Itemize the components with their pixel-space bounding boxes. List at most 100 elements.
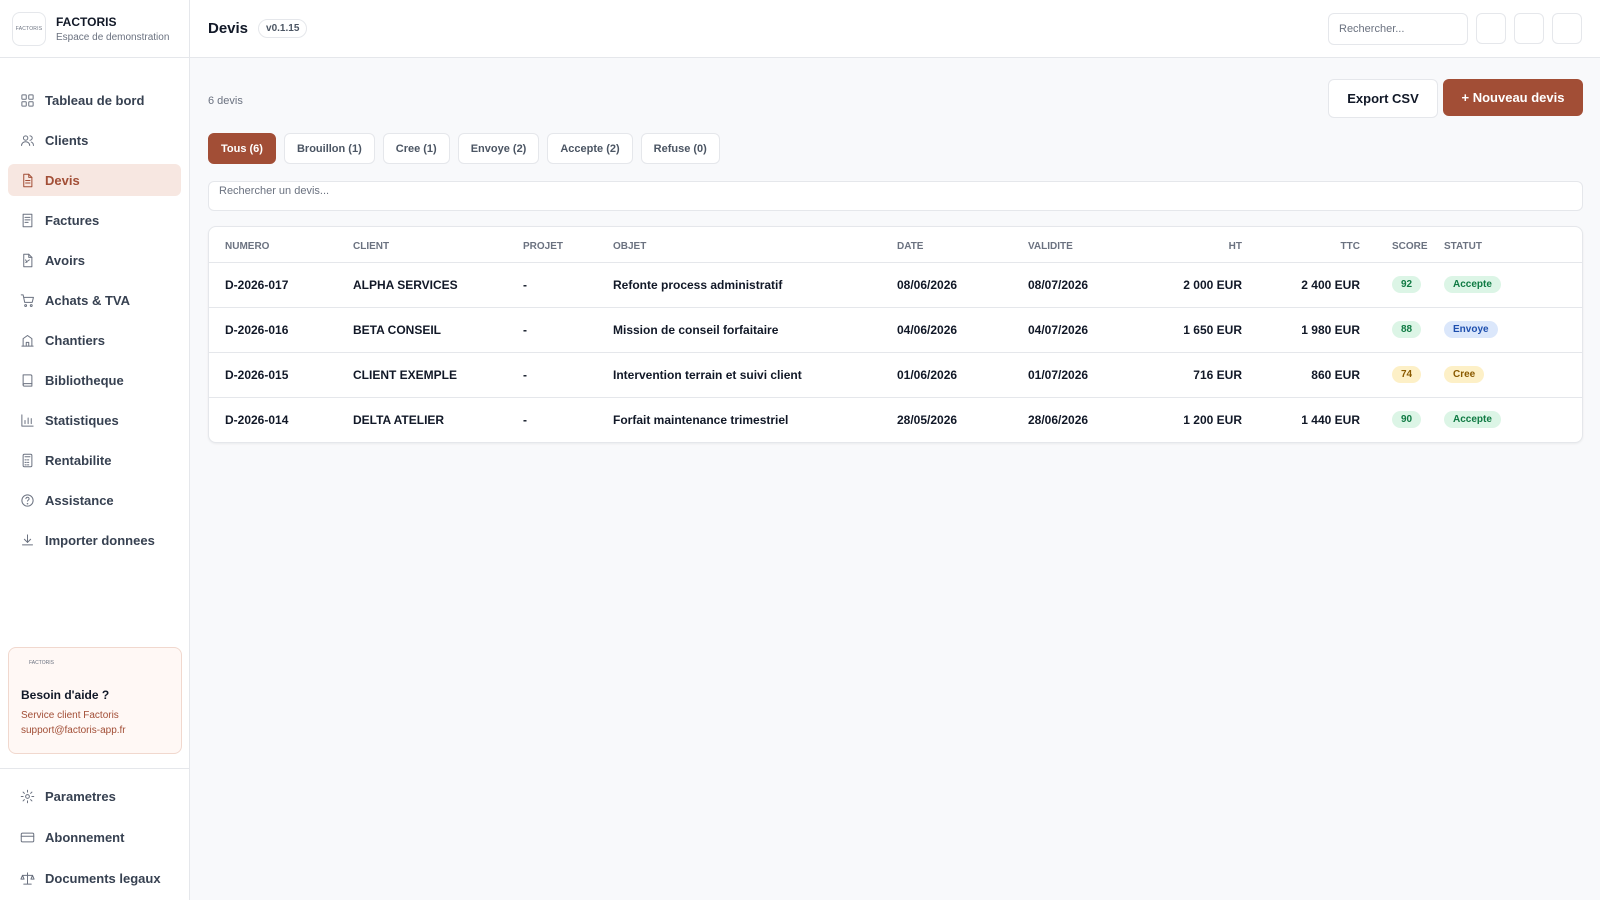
sidebar-item-statistiques[interactable]: Statistiques [8,404,181,436]
cell-date: 08/06/2026 [897,262,1028,308]
quote-search-input[interactable] [208,181,1583,211]
sidebar-item-bibliotheque[interactable]: Bibliotheque [8,364,181,396]
export-csv-button[interactable]: Export CSV [1328,79,1438,118]
sidebar-item-factures[interactable]: Factures [8,204,181,236]
sidebar-item-label: Bibliotheque [45,372,124,388]
cell-score: 90 [1360,397,1444,442]
brand-logo: FACTORIS [12,11,46,46]
sidebar-item-devis[interactable]: Devis [8,164,181,196]
sidebar-item-importer-donnees[interactable]: Importer donnees [8,524,181,556]
sidebar-item-label: Rentabilite [45,452,112,468]
sidebar-item-abonnement[interactable]: Abonnement [8,821,182,853]
col-objet[interactable]: OBJET [613,227,897,263]
quote-count: 6 devis [208,95,243,107]
col-numero[interactable]: NUMERO [209,227,353,263]
cell-ht: 1 650 EUR [1129,307,1242,353]
sidebar-item-chantiers[interactable]: Chantiers [8,324,181,356]
sidebar-item-label: Achats & TVA [45,292,130,308]
col-client[interactable]: CLIENT [353,227,523,263]
sidebar-item-rentabilite[interactable]: Rentabilite [8,444,181,476]
sidebar-item-label: Statistiques [45,412,119,428]
grid-icon [19,92,35,108]
col-score[interactable]: SCORE [1360,227,1444,263]
users-icon [19,132,35,148]
cell-numero: D-2026-016 [209,307,353,353]
sidebar-item-achats-tva[interactable]: Achats & TVA [8,284,181,316]
cell-ttc: 2 400 EUR [1242,262,1360,308]
credit-note-icon [19,252,35,268]
help-card: FACTORIS Besoin d'aide ? Service client … [8,647,182,754]
table-header-row: NUMERO CLIENT PROJET OBJET DATE VALIDITE… [209,227,1582,263]
sidebar-item-label: Clients [45,132,89,148]
header-action-3-button[interactable] [1552,13,1582,44]
sidebar-item-tableau-de-bord[interactable]: Tableau de bord [8,84,181,116]
page-title: Devis [208,20,249,37]
download-icon [19,532,35,548]
sidebar-item-label: Abonnement [45,829,125,845]
cell-numero: D-2026-014 [225,412,289,427]
cell-statut: Envoye [1444,307,1582,353]
sidebar-item-documents-legaux[interactable]: Documents legaux [8,862,182,894]
brand[interactable]: FACTORIS FACTORIS Espace de demonstratio… [0,0,189,58]
cell-client: ALPHA SERVICES [353,262,523,308]
cell-objet: Intervention terrain et suivi client [613,352,897,398]
tab-cree[interactable]: Cree (1) [382,133,450,164]
col-validite[interactable]: VALIDITE [1028,227,1129,263]
col-ttc[interactable]: TTC [1242,227,1360,263]
col-ht[interactable]: HT [1129,227,1242,263]
col-statut[interactable]: STATUT [1444,227,1582,263]
table-row[interactable]: D-2026-017 ALPHA SERVICES - Refonte process… [209,262,1582,308]
status-badge: Accepte [1444,276,1501,293]
card-icon [19,829,35,845]
help-email-link[interactable]: support@factoris-app.fr [21,723,169,738]
col-projet[interactable]: PROJET [523,227,613,263]
sidebar-item-avoirs[interactable]: Avoirs [8,244,181,276]
sidebar-item-label: Documents legaux [45,870,161,886]
sidebar-item-label: Devis [45,172,80,188]
cell-validite: 01/07/2026 [1028,352,1129,398]
sidebar: FACTORIS FACTORIS Espace de demonstratio… [0,0,190,900]
status-badge: Accepte [1444,411,1501,429]
top-header: Devis v0.1.15 [190,0,1600,58]
settings-icon [19,788,35,804]
brand-subtitle: Espace de demonstration [56,31,170,43]
cell-projet: - [523,352,613,398]
book-icon [19,372,35,388]
table-row[interactable]: D-2026-015 CLIENT EXEMPLE - Intervention te… [209,352,1582,398]
global-search-input[interactable] [1328,13,1468,45]
cell-numero: D-2026-015 [209,352,353,398]
header-action-2-button[interactable] [1514,13,1544,44]
status-filter-tabs: Tous (6) Brouillon (1) Cree (1) Envoye (2) A… [208,133,728,164]
col-date[interactable]: DATE [897,227,1028,263]
tab-brouillon[interactable]: Brouillon (1) [283,133,375,164]
cell-projet: - [523,307,613,353]
cell-validite: 04/07/2026 [1028,307,1129,353]
sidebar-item-label: Importer donnees [45,532,155,548]
calculator-icon [19,452,35,468]
cell-validite: 08/07/2026 [1028,262,1129,308]
table-row[interactable]: D-2026-014 DELTA ATELIER - Forfait maintena… [209,397,1582,442]
cell-client: BETA CONSEIL [353,307,523,353]
cell-ttc: 860 EUR [1242,352,1360,398]
cell-date: 04/06/2026 [897,307,1028,353]
tab-accepte[interactable]: Accepte (2) [547,133,633,164]
table-row[interactable]: D-2026-016 BETA CONSEIL - Mission de consei… [209,307,1582,353]
sidebar-item-clients[interactable]: Clients [8,124,181,156]
status-badge: Envoye [1444,321,1498,338]
header-action-1-button[interactable] [1476,13,1506,44]
sidebar-bottom-nav: Parametres Abonnement Documents legaux [0,768,190,900]
sidebar-item-assistance[interactable]: Assistance [8,484,181,516]
sidebar-item-label: Assistance [45,492,114,508]
bar-chart-icon [19,412,35,428]
tab-envoye[interactable]: Envoye (2) [457,133,540,164]
cell-ht: 716 EUR [1129,352,1242,398]
cell-ht: 1 200 EUR [1183,412,1242,427]
new-quote-button[interactable]: + Nouveau devis [1443,79,1583,116]
cell-ht: 2 000 EUR [1129,262,1242,308]
sidebar-item-parametres[interactable]: Parametres [8,780,182,812]
version-badge: v0.1.15 [258,19,308,38]
cell-ttc: 1 980 EUR [1242,307,1360,353]
cell-statut: Accepte [1444,262,1582,308]
tab-refuse[interactable]: Refuse (0) [640,133,720,164]
tab-tous[interactable]: Tous (6) [208,133,276,164]
